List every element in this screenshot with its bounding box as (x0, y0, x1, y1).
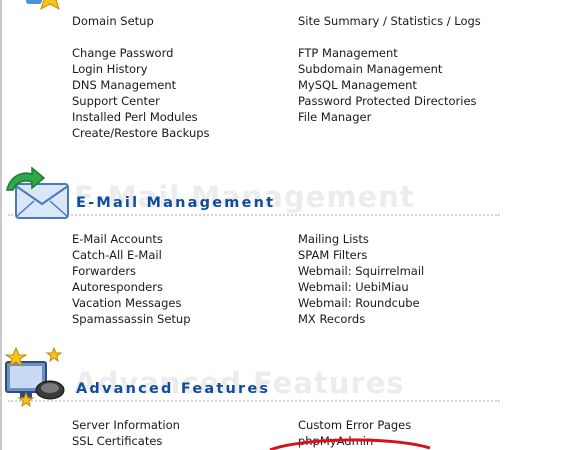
link-installed-perl-modules[interactable]: Installed Perl Modules (72, 110, 198, 124)
link-mailing-lists[interactable]: Mailing Lists (298, 232, 369, 246)
link-webmail-squirrelmail[interactable]: Webmail: Squirrelmail (298, 264, 424, 278)
link-ssl-certificates[interactable]: SSL Certificates (72, 434, 162, 448)
link-create-restore-backups[interactable]: Create/Restore Backups (72, 126, 210, 140)
red-annotation-circle (269, 438, 431, 450)
link-webmail-roundcube[interactable]: Webmail: Roundcube (298, 296, 420, 310)
advanced-section-title: Advanced Features (76, 381, 271, 397)
email-envelope-icon (6, 166, 69, 219)
advanced-section-dotted-line (8, 400, 500, 402)
star-icon (26, 0, 60, 11)
link-ftp-management[interactable]: FTP Management (298, 46, 398, 60)
link-webmail-uebimiau[interactable]: Webmail: UebiMiau (298, 280, 409, 294)
link-catch-all-email[interactable]: Catch-All E-Mail (72, 248, 162, 262)
link-support-center[interactable]: Support Center (72, 94, 160, 108)
link-mx-records[interactable]: MX Records (298, 312, 365, 326)
link-spamassassin-setup[interactable]: Spamassassin Setup (72, 312, 191, 326)
link-dns-management[interactable]: DNS Management (72, 78, 176, 92)
link-forwarders[interactable]: Forwarders (72, 264, 136, 278)
link-server-information[interactable]: Server Information (72, 418, 180, 432)
link-spam-filters[interactable]: SPAM Filters (298, 248, 367, 262)
link-autoresponders[interactable]: Autoresponders (72, 280, 163, 294)
link-domain-setup[interactable]: Domain Setup (72, 14, 154, 28)
advanced-features-monitor-icon (4, 346, 65, 408)
link-site-summary-statistics-logs[interactable]: Site Summary / Statistics / Logs (298, 14, 481, 28)
link-vacation-messages[interactable]: Vacation Messages (72, 296, 181, 310)
email-section-dotted-line (8, 214, 500, 216)
control-panel-page: Domain Setup Change Password Login Histo… (0, 0, 587, 450)
link-login-history[interactable]: Login History (72, 62, 148, 76)
link-password-protected-directories[interactable]: Password Protected Directories (298, 94, 477, 108)
link-subdomain-management[interactable]: Subdomain Management (298, 62, 442, 76)
link-mysql-management[interactable]: MySQL Management (298, 78, 417, 92)
email-section-title: E-Mail Management (76, 195, 276, 211)
link-email-accounts[interactable]: E-Mail Accounts (72, 232, 163, 246)
link-change-password[interactable]: Change Password (72, 46, 173, 60)
link-custom-error-pages[interactable]: Custom Error Pages (298, 418, 411, 432)
link-file-manager[interactable]: File Manager (298, 110, 371, 124)
